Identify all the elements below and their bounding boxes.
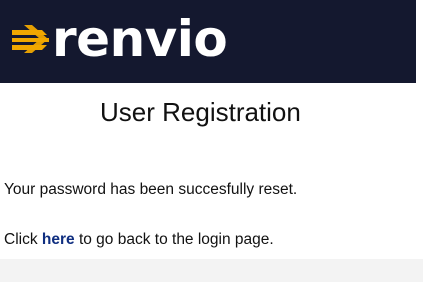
login-prompt-prefix: Click	[4, 231, 42, 248]
footer-strip	[0, 259, 423, 282]
page: renvio User Registration Your password h…	[0, 0, 423, 282]
header-bar: renvio	[0, 0, 416, 83]
login-prompt-suffix: to go back to the login page.	[74, 231, 274, 248]
page-title-text: User Registration	[100, 97, 301, 127]
brand-name: renvio	[52, 9, 228, 68]
main-content: User Registration Your password has been…	[0, 83, 416, 259]
login-link[interactable]: here	[42, 231, 75, 248]
brand-logo: renvio	[10, 9, 228, 68]
login-prompt: Click here to go back to the login page.	[4, 231, 274, 249]
page-title: User Registration	[0, 97, 416, 128]
sunburst-arrows-icon	[12, 24, 49, 53]
right-margin	[416, 0, 423, 282]
reset-success-message: Your password has been succesfully reset…	[4, 181, 298, 198]
